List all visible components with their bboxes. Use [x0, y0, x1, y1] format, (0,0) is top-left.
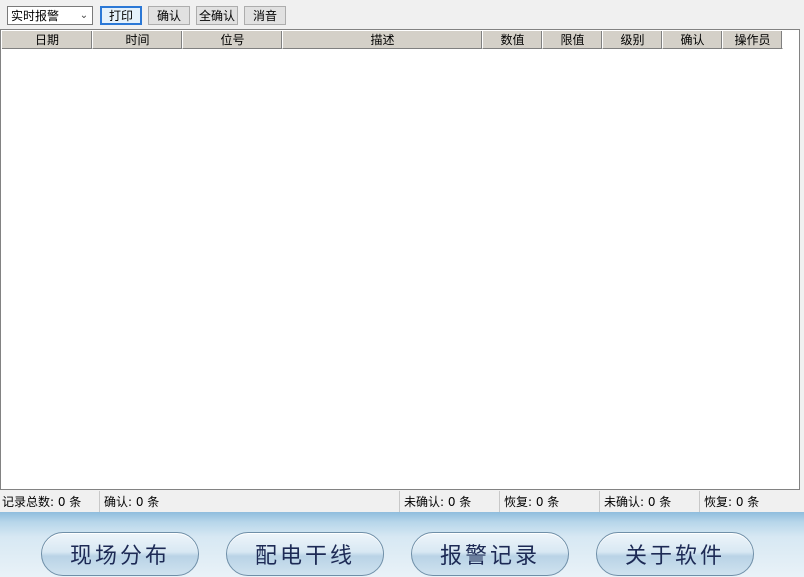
power-trunk-button[interactable]: 配电干线 — [226, 532, 384, 576]
status-recovered-2: 恢复: 0 条 — [704, 495, 760, 509]
column-header-time[interactable]: 时间 — [93, 31, 183, 49]
status-unconfirmed: 未确认: 0 条 — [402, 491, 500, 512]
toolbar: 实时报警 ⌄ 打印 确认 全确认 消音 — [0, 0, 804, 30]
alarm-type-select-value: 实时报警 — [11, 9, 60, 23]
status-bar: 记录总数: 0 条 确认: 0 条 未确认: 0 条 恢复: 0 条 未确认: … — [0, 491, 804, 512]
column-header-limit[interactable]: 限值 — [543, 31, 603, 49]
column-header-description[interactable]: 描述 — [283, 31, 483, 49]
column-header-level[interactable]: 级别 — [603, 31, 663, 49]
confirm-all-button[interactable]: 全确认 — [196, 6, 238, 25]
column-header-date[interactable]: 日期 — [2, 31, 93, 49]
status-confirmed: 确认: 0 条 — [102, 491, 400, 512]
column-header-tag[interactable]: 位号 — [183, 31, 283, 49]
status-unconfirmed-2: 未确认: 0 条 — [602, 491, 700, 512]
alarm-log-button[interactable]: 报警记录 — [411, 532, 569, 576]
alarm-type-select[interactable]: 实时报警 ⌄ — [7, 6, 93, 25]
table-header: 日期 时间 位号 描述 数值 限值 级别 确认 操作员 — [2, 31, 783, 49]
column-header-value[interactable]: 数值 — [483, 31, 543, 49]
status-total-records: 记录总数: 0 条 — [0, 491, 100, 512]
mute-button[interactable]: 消音 — [244, 6, 286, 25]
column-header-confirm[interactable]: 确认 — [663, 31, 723, 49]
alarm-table[interactable]: 日期 时间 位号 描述 数值 限值 级别 确认 操作员 — [0, 29, 800, 490]
status-recovered: 恢复: 0 条 — [502, 491, 600, 512]
print-button[interactable]: 打印 — [100, 6, 142, 25]
site-layout-button[interactable]: 现场分布 — [41, 532, 199, 576]
confirm-button[interactable]: 确认 — [148, 6, 190, 25]
column-header-operator[interactable]: 操作员 — [723, 31, 783, 49]
bottom-nav: 现场分布 配电干线 报警记录 关于软件 — [0, 512, 804, 577]
chevron-down-icon[interactable]: ⌄ — [76, 10, 92, 21]
table-body[interactable] — [2, 50, 798, 488]
about-button[interactable]: 关于软件 — [596, 532, 754, 576]
